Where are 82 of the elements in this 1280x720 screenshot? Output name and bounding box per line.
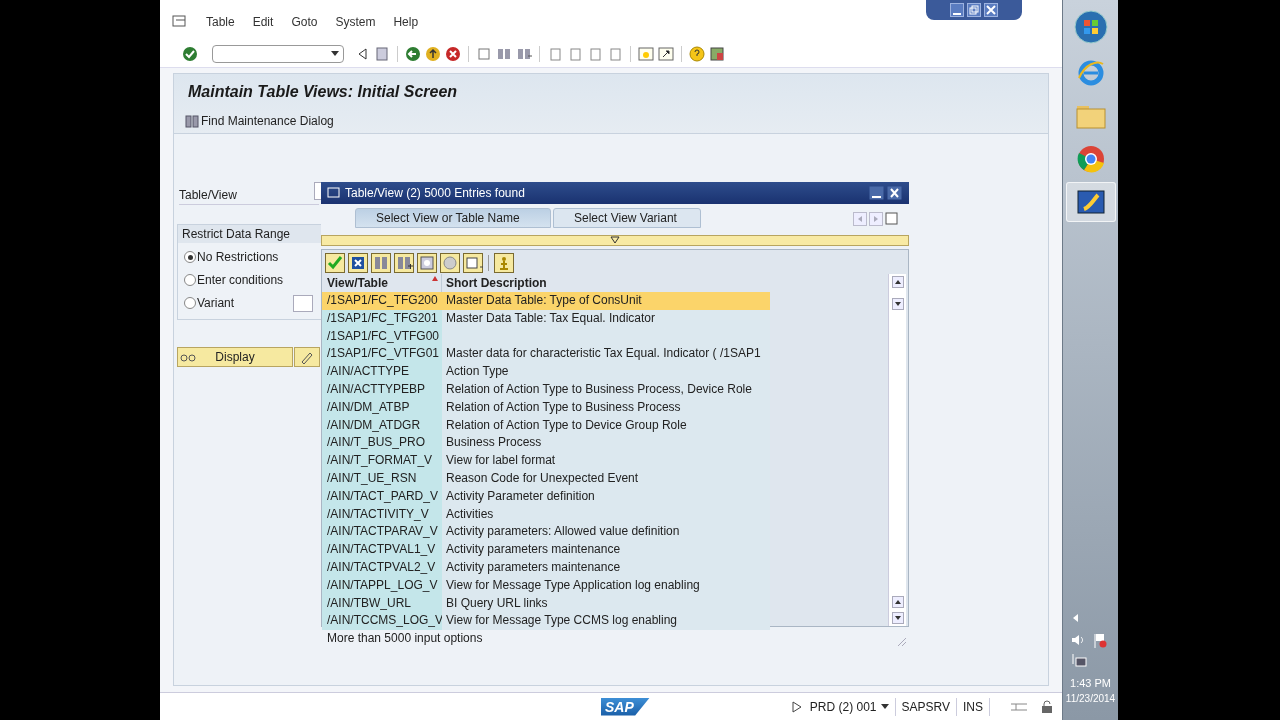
scroll-up-icon[interactable] [891,596,904,608]
resize-grip-icon[interactable] [895,635,907,647]
network-icon[interactable] [1071,652,1087,669]
confirm-icon[interactable] [325,253,345,273]
table-cell: /AIN/TACTPVAL1_V [322,541,442,559]
speaker-icon[interactable] [1071,632,1085,647]
list-row[interactable]: /AIN/ACTTYPE Action Type [322,363,770,381]
table-cell-text: Master Data Table: Type of ConsUnit [445,292,643,309]
tab[interactable]: Select View or Table Name [355,208,551,228]
input-mode: INS [957,697,990,716]
restore-icon[interactable] [967,3,981,17]
list-row[interactable]: /AIN/TACTPARAV_V Activity parameters: Allowed value definition [322,523,770,542]
minimize-icon[interactable] [869,186,885,200]
list-row[interactable]: /AIN/T_BUS_PRO Business Process [322,434,770,453]
start-orb-icon[interactable] [1073,10,1108,44]
tab-list-icon[interactable] [885,212,899,226]
sap-logo: SAP [601,697,650,716]
table-cell: /AIN/T_BUS_PRO [322,434,442,453]
dropdown-icon [331,50,339,57]
dialog-menu-icon[interactable] [327,187,341,199]
checkmark-icon[interactable] [182,45,198,62]
radio-button[interactable] [184,274,196,286]
close-icon[interactable] [887,186,903,200]
dropdown-icon [880,703,889,710]
table-cell: /AIN/ACTTYPE [322,363,442,381]
back-icon[interactable] [405,45,421,62]
display-button[interactable]: Display [177,347,293,367]
system-info[interactable]: PRD (2) 001 [809,697,896,716]
pencil-button-icon[interactable] [294,347,320,367]
list-row[interactable]: /1SAP1/FC_VTFG01 Master data for characteristic Tax Equal. Indicator ( /1SAP1 [322,345,770,364]
menu-item[interactable]: System [335,13,376,31]
find-next-icon[interactable] [394,253,414,273]
menu-item[interactable]: Table [206,13,235,31]
round-browser-icon[interactable] [1075,144,1106,174]
menu-item[interactable]: Edit [252,13,274,31]
show-hidden-icon[interactable] [1071,612,1079,623]
table-cell: /AIN/TCCMS_LOG_V [322,612,442,631]
up-icon[interactable] [425,45,441,62]
radio-button[interactable] [184,297,196,309]
list-row[interactable]: /AIN/TCCMS_LOG_V View for Message Type CCMS log enabling [322,612,770,631]
menu-item[interactable]: Help [393,13,419,31]
radio-label: No Restrictions [197,249,279,266]
list-row[interactable]: /1SAP1/FC_TFG200 Master Data Table: Type of ConsUnit [322,292,770,310]
column-header[interactable]: Short Description [442,274,770,292]
radio-label: Enter conditions [197,272,284,289]
screen-title: Maintain Table Views: Initial Screen [188,82,459,102]
radio-button[interactable] [184,251,196,263]
radio-label: Variant [197,295,235,312]
cancel-icon[interactable] [445,45,461,62]
cancel-icon[interactable] [348,253,368,273]
binoculars-icon [185,114,199,128]
scroll-up-icon[interactable] [891,276,904,288]
list-row[interactable]: /AIN/T_FORMAT_V View for label format [322,452,770,470]
browser-e-icon[interactable] [1075,58,1106,88]
scroll-down-icon[interactable] [891,612,904,624]
play-triangle-icon[interactable] [791,700,802,713]
scrollbar[interactable] [888,274,906,626]
command-field[interactable] [212,44,344,63]
table-cell: /1SAP1/FC_VTFG01 [322,345,442,364]
table-cell: /AIN/TACTPARAV_V [322,523,442,542]
table-cell-text: /1SAP1/FC_TFG200 [326,292,439,309]
dialog-title: Table/View (2) 5000 Entries found [345,185,526,202]
menu-icon[interactable] [172,15,188,29]
variant-field[interactable] [293,294,314,312]
find-maintenance-dialog-button[interactable]: Find Maintenance Dialog [185,112,334,130]
find-icon[interactable] [371,253,391,273]
table-cell: View for Message Type CCMS log enabling [442,612,770,631]
person-icon[interactable] [494,253,514,273]
app-window-icon[interactable] [1075,187,1106,217]
shortcut-icon[interactable] [658,45,674,62]
tab[interactable]: Select View Variant [553,208,701,228]
lock-icon[interactable] [1040,699,1054,714]
server-name: SAPSRV [895,697,957,716]
glasses-icon [180,351,196,363]
flag-icon[interactable] [1093,632,1107,649]
list-row[interactable]: /AIN/TACTPVAL1_V Activity parameters maintenance [322,541,770,559]
scroll-down-icon[interactable] [891,298,904,310]
sort-ascending-icon [432,276,438,281]
status-text: More than 5000 input options [327,630,483,647]
table-cell: /AIN/T_FORMAT_V [322,452,442,470]
collapse-triangle-icon [610,236,620,244]
menu-item[interactable]: Goto [291,13,318,31]
